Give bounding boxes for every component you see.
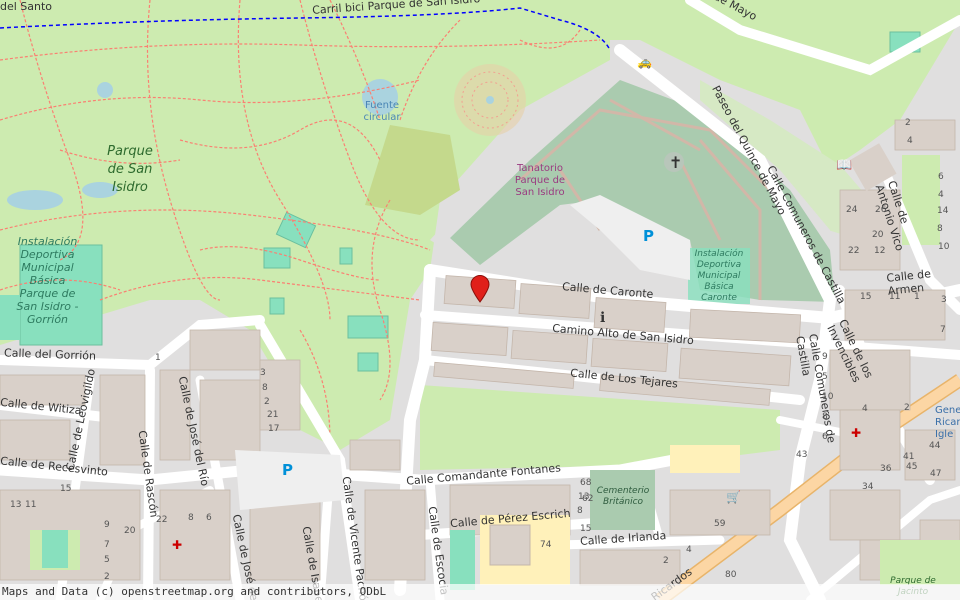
pharmacy-icon: ✚	[172, 538, 183, 552]
small-pond	[97, 82, 113, 98]
pitch-e	[347, 315, 389, 339]
school-building	[489, 524, 531, 566]
sports-caronte	[688, 248, 750, 304]
pitch-d	[269, 297, 285, 315]
sports-yellow-area	[670, 445, 740, 473]
pitch-f	[357, 352, 379, 372]
pond-2	[82, 182, 118, 198]
taxi-icon: 🚕	[637, 55, 652, 69]
school-pitch	[450, 530, 475, 590]
british-cemetery-area	[590, 470, 655, 530]
sports-pitch-gorrion-2	[0, 295, 20, 340]
library-icon: 📖	[836, 158, 853, 173]
pitch-c	[339, 247, 353, 265]
shop-icon: 🛒	[726, 490, 741, 504]
pitch-b	[263, 247, 291, 269]
parking-lot-2	[235, 450, 345, 510]
pond-3	[7, 190, 63, 210]
chapel-cross-icon: ✝	[669, 153, 682, 172]
map-attribution[interactable]: Maps and Data (c) openstreetmap.org and …	[0, 584, 960, 600]
parque-jacinto-area	[880, 540, 960, 585]
map-view[interactable]: ✝ Carril bici Parque de San Isidro del S…	[0, 0, 960, 600]
garden-fountain	[486, 96, 494, 104]
information-icon: ℹ	[600, 310, 606, 326]
pharmacy-icon-2: ✚	[851, 426, 862, 440]
location-marker-icon[interactable]	[470, 275, 490, 303]
small-pitch-bl	[42, 530, 68, 568]
